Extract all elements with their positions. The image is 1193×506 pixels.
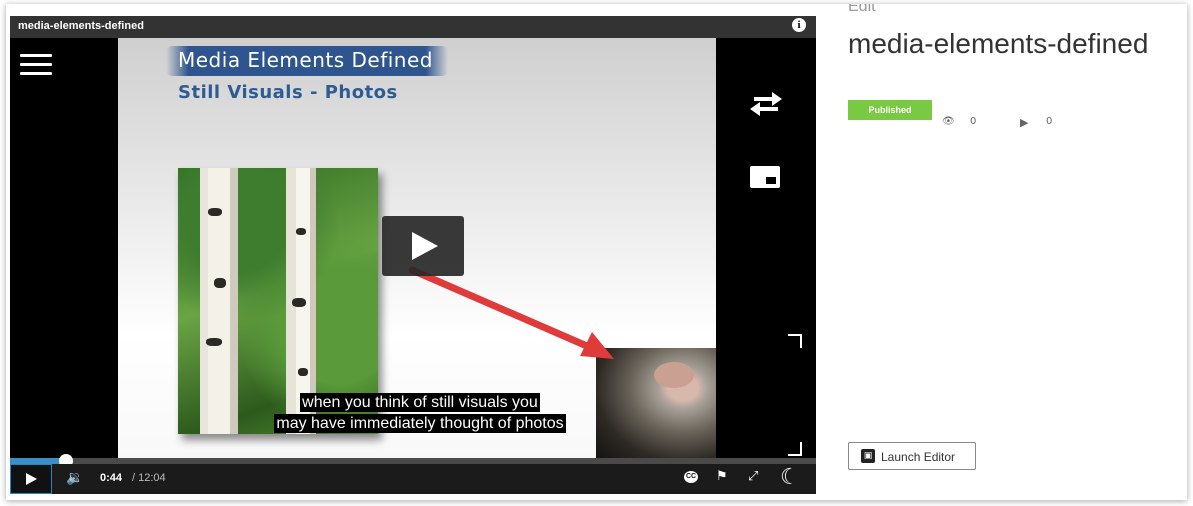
total-time: / 12:04 bbox=[132, 472, 166, 484]
pip-icon[interactable] bbox=[750, 166, 780, 188]
cc-icon[interactable]: CC bbox=[684, 471, 698, 483]
page-title: media-elements-defined bbox=[848, 28, 1149, 59]
edit-label: Edit bbox=[848, 4, 876, 15]
media-entry-page: media-elements-defined i Media Elements … bbox=[6, 4, 1187, 500]
editor-icon: ▣ bbox=[861, 449, 875, 463]
plays-icon: ▶ bbox=[1020, 116, 1029, 129]
status-badge: Published bbox=[848, 100, 932, 120]
plays-count: 0 bbox=[1046, 116, 1053, 127]
play-overlay-button[interactable] bbox=[382, 216, 464, 276]
corner-tr-icon bbox=[788, 334, 802, 348]
flag-icon[interactable]: ⚑ bbox=[716, 469, 728, 484]
expand-icon[interactable]: ⤢ bbox=[748, 469, 758, 484]
moon-icon[interactable]: ☾ bbox=[780, 465, 800, 490]
control-bar: 🔉 0:44 / 12:04 CC ⚑ ⤢ ☾ bbox=[10, 464, 816, 494]
eye-icon: 👁 bbox=[942, 116, 955, 127]
play-button[interactable] bbox=[10, 464, 52, 494]
volume-icon[interactable]: 🔉 bbox=[66, 470, 83, 486]
current-time: 0:44 bbox=[100, 472, 123, 484]
launch-editor-label: Launch Editor bbox=[881, 450, 956, 464]
video-player[interactable]: media-elements-defined i Media Elements … bbox=[10, 16, 816, 494]
views-count: 0 bbox=[970, 116, 977, 127]
corner-br-icon bbox=[788, 442, 802, 456]
launch-editor-button[interactable]: ▣ Launch Editor bbox=[848, 442, 976, 470]
play-icon bbox=[412, 232, 438, 260]
swap-icon[interactable] bbox=[748, 90, 784, 116]
